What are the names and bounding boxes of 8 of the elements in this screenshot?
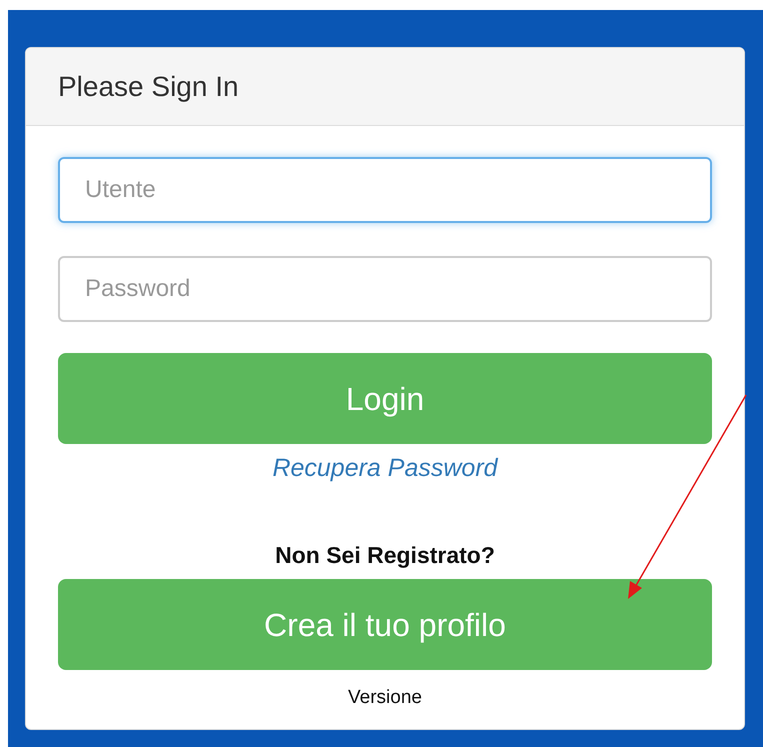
- register-prompt: Non Sei Registrato?: [275, 540, 495, 570]
- panel-title: Please Sign In: [58, 70, 239, 104]
- login-button[interactable]: Login: [58, 353, 712, 444]
- input-field[interactable]: Utente: [58, 157, 712, 223]
- recover-password-link[interactable]: Recupera Password: [272, 450, 498, 488]
- version-label: Versione: [348, 686, 422, 710]
- create-profile-button[interactable]: Crea il tuo profilo: [58, 579, 712, 670]
- input-field[interactable]: Password: [58, 256, 712, 322]
